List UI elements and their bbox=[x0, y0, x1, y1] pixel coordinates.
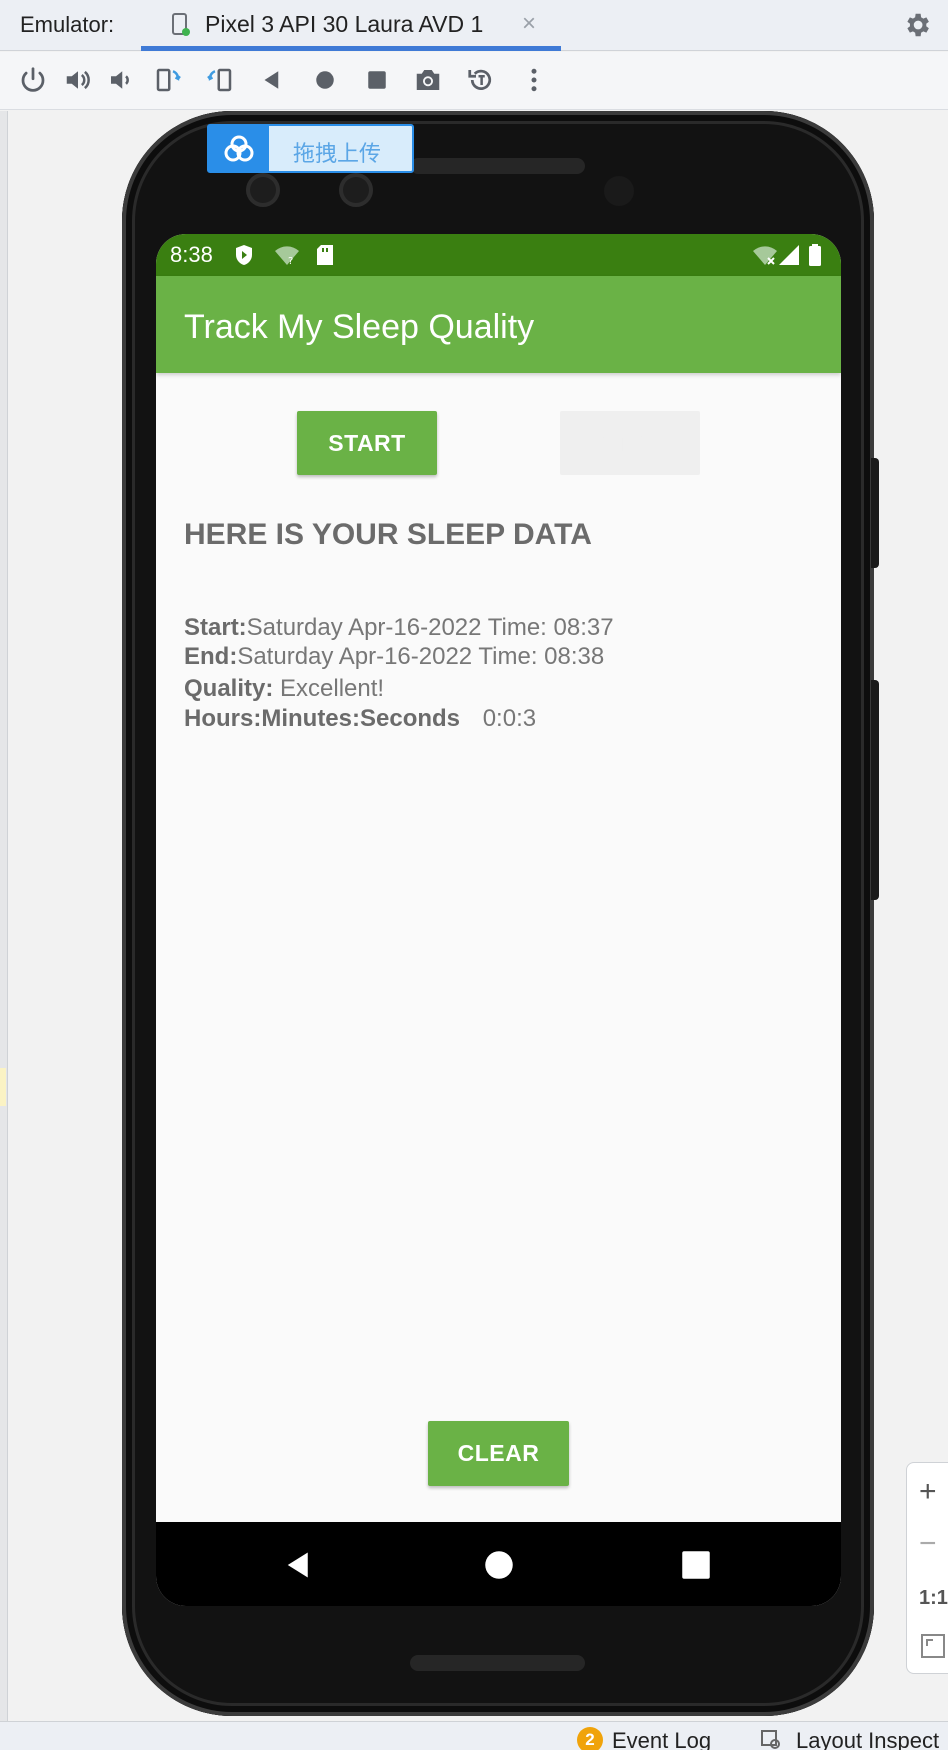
device-screen: 8:38 ? Track My Sleep Quality START STOP… bbox=[156, 234, 841, 1606]
phone-volume-button bbox=[871, 680, 879, 900]
ide-bottom-bar: 2 Event Log Layout Inspect bbox=[0, 1721, 948, 1750]
status-time: 8:38 bbox=[170, 242, 213, 267]
start-time-row: Start:Saturday Apr-16-2022 Time: 08:37 bbox=[184, 614, 614, 642]
event-log-button[interactable]: Event Log bbox=[612, 1728, 711, 1750]
start-time-label: Start: bbox=[184, 614, 247, 641]
signal-icon bbox=[779, 245, 799, 265]
end-time-row: End:Saturday Apr-16-2022 Time: 08:38 bbox=[184, 643, 604, 671]
tab-emulator-device[interactable]: Pixel 3 API 30 Laura AVD 1 × bbox=[141, 0, 561, 51]
front-camera-icon bbox=[339, 173, 373, 207]
cloud-logo-icon bbox=[209, 126, 269, 171]
stop-button[interactable]: STOP bbox=[560, 411, 700, 475]
emulator-label: Emulator: bbox=[20, 12, 115, 37]
overview-icon[interactable] bbox=[361, 64, 393, 96]
more-icon[interactable] bbox=[518, 64, 550, 96]
duration-value: 0:0:3 bbox=[482, 705, 537, 732]
upload-overlay[interactable]: 拖拽上传 bbox=[207, 124, 414, 173]
snapshot-icon[interactable] bbox=[465, 64, 497, 96]
battery-icon bbox=[809, 244, 821, 266]
zoom-out-button[interactable]: − bbox=[919, 1527, 937, 1561]
left-panel-edge bbox=[0, 111, 8, 1721]
start-time-value: Saturday Apr-16-2022 Time: 08:37 bbox=[246, 614, 614, 641]
end-time-value: Saturday Apr-16-2022 Time: 08:38 bbox=[237, 643, 605, 670]
tab-title: Pixel 3 API 30 Laura AVD 1 bbox=[205, 11, 484, 37]
duration-row: Hours:Minutes:Seconds 0:0:3 bbox=[184, 705, 536, 733]
quality-value: Excellent! bbox=[280, 675, 385, 702]
svg-text:?: ? bbox=[288, 256, 293, 266]
wifi-off-icon bbox=[753, 246, 777, 265]
quality-row: Quality: Excellent! bbox=[184, 675, 384, 703]
wifi-unknown-icon: ? bbox=[275, 246, 299, 266]
nav-home-icon[interactable] bbox=[474, 1540, 524, 1590]
end-time-label: End: bbox=[184, 643, 238, 670]
nav-overview-icon[interactable] bbox=[671, 1540, 721, 1590]
android-nav-bar bbox=[156, 1522, 841, 1606]
left-panel-highlight bbox=[0, 1068, 6, 1106]
duration-label: Hours:Minutes:Seconds bbox=[184, 705, 461, 732]
app-bar: Track My Sleep Quality bbox=[156, 276, 841, 373]
phone-speaker-bottom bbox=[410, 1655, 585, 1671]
emulator-toolbar bbox=[0, 52, 948, 110]
power-icon[interactable] bbox=[17, 64, 49, 96]
phone-power-button bbox=[871, 458, 879, 568]
screenshot-icon[interactable] bbox=[412, 64, 444, 96]
layout-inspector-button[interactable]: Layout Inspect bbox=[796, 1728, 939, 1750]
front-camera-icon bbox=[246, 173, 280, 207]
zoom-controls: + − 1:1 bbox=[906, 1462, 948, 1674]
app-title: Track My Sleep Quality bbox=[184, 308, 535, 346]
start-button[interactable]: START bbox=[297, 411, 437, 475]
rotate-left-icon[interactable] bbox=[152, 64, 184, 96]
zoom-fit-icon[interactable] bbox=[920, 1633, 946, 1659]
gear-icon[interactable] bbox=[902, 10, 932, 40]
upload-label: 拖拽上传 bbox=[293, 142, 382, 167]
active-tab-indicator bbox=[141, 46, 561, 51]
zoom-actual-size-button[interactable]: 1:1 bbox=[919, 1587, 948, 1610]
rotate-right-icon[interactable] bbox=[204, 64, 236, 96]
layout-inspector-icon bbox=[761, 1730, 780, 1749]
volume-down-icon[interactable] bbox=[105, 64, 137, 96]
editor-tab-bar: Emulator: Pixel 3 API 30 Laura AVD 1 × bbox=[0, 0, 948, 51]
back-icon[interactable] bbox=[256, 64, 288, 96]
quality-label: Quality: bbox=[184, 675, 274, 702]
close-icon[interactable]: × bbox=[522, 10, 536, 38]
event-count-badge: 2 bbox=[577, 1727, 603, 1750]
sd-card-icon bbox=[317, 245, 333, 265]
proximity-sensor bbox=[604, 176, 634, 206]
clear-button[interactable]: CLEAR bbox=[428, 1421, 569, 1486]
phone-speaker-top bbox=[410, 158, 585, 174]
device-icon bbox=[172, 13, 190, 36]
volume-up-icon[interactable] bbox=[62, 64, 94, 96]
home-icon[interactable] bbox=[309, 64, 341, 96]
zoom-in-button[interactable]: + bbox=[919, 1475, 937, 1509]
nav-back-icon[interactable] bbox=[274, 1540, 324, 1590]
shield-icon bbox=[236, 245, 252, 265]
sleep-data-heading: HERE IS YOUR SLEEP DATA bbox=[184, 518, 592, 551]
status-bar: 8:38 ? bbox=[156, 234, 841, 276]
